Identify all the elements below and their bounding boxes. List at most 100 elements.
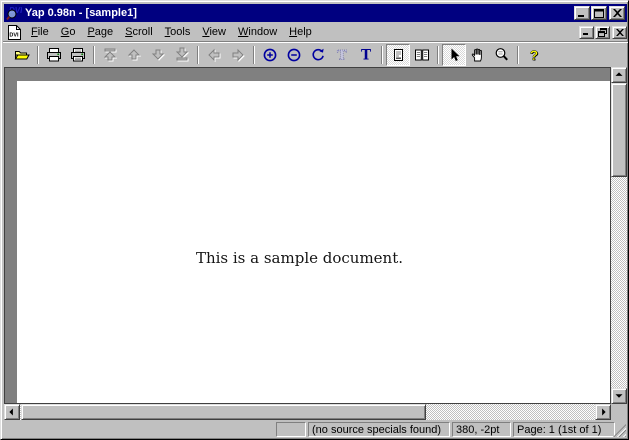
text-solid-mode-button[interactable]: T bbox=[354, 44, 378, 66]
window-title: Yap 0.98n - [sample1] bbox=[25, 7, 574, 19]
vertical-scrollbar[interactable] bbox=[611, 67, 627, 404]
svg-text:T: T bbox=[337, 49, 347, 64]
single-page-view-button[interactable] bbox=[386, 44, 410, 66]
minimize-icon bbox=[577, 9, 587, 18]
mdi-minimize-button[interactable] bbox=[579, 26, 594, 39]
menu-tools[interactable]: Tools bbox=[159, 24, 197, 41]
vertical-scroll-thumb[interactable] bbox=[611, 83, 627, 177]
client-area: This is a sample document. bbox=[4, 67, 627, 420]
menu-view[interactable]: View bbox=[196, 24, 232, 41]
refresh-button[interactable] bbox=[306, 44, 330, 66]
close-icon bbox=[613, 9, 622, 17]
previous-page-button[interactable] bbox=[122, 44, 146, 66]
toolbar-separator bbox=[517, 46, 519, 64]
minimize-button[interactable] bbox=[574, 6, 590, 20]
toolbar-separator bbox=[197, 46, 199, 64]
zoom-out-icon bbox=[286, 47, 302, 63]
yap-window: DVI Yap 0.98n - [sample1] DVI File Go Pa… bbox=[0, 0, 629, 440]
scroll-right-button[interactable] bbox=[595, 404, 611, 420]
mdi-minimize-icon bbox=[582, 28, 591, 36]
last-page-button[interactable] bbox=[170, 44, 194, 66]
status-page-info: Page: 1 (1st of 1) bbox=[513, 422, 615, 437]
horizontal-scrollbar[interactable] bbox=[4, 404, 611, 420]
status-pane-empty bbox=[276, 422, 306, 437]
status-message: (no source specials found) bbox=[308, 422, 450, 437]
svg-text:?: ? bbox=[530, 47, 539, 63]
outline-t-icon: T bbox=[334, 47, 350, 63]
previous-page-icon bbox=[126, 47, 142, 63]
horizontal-scroll-thumb[interactable] bbox=[21, 404, 426, 420]
mdi-restore-button[interactable] bbox=[595, 26, 610, 39]
statusbar: (no source specials found) 380, -2pt Pag… bbox=[4, 420, 627, 438]
scroll-left-button[interactable] bbox=[4, 404, 20, 420]
scroll-left-icon bbox=[5, 404, 19, 420]
cursor-arrow-icon bbox=[446, 47, 462, 63]
maximize-icon bbox=[594, 9, 604, 18]
document-text: This is a sample document. bbox=[17, 249, 582, 267]
zoom-in-icon bbox=[262, 47, 278, 63]
back-button[interactable] bbox=[202, 44, 226, 66]
first-page-icon bbox=[102, 47, 118, 63]
select-tool-button[interactable] bbox=[442, 44, 466, 66]
mdi-close-icon bbox=[616, 29, 624, 36]
two-page-icon bbox=[414, 47, 430, 63]
svg-text:DVI: DVI bbox=[9, 32, 19, 38]
document-page[interactable]: This is a sample document. bbox=[17, 81, 610, 403]
forward-button[interactable] bbox=[226, 44, 250, 66]
last-page-icon bbox=[174, 47, 190, 63]
single-page-icon bbox=[390, 47, 406, 63]
menu-window[interactable]: Window bbox=[232, 24, 283, 41]
toolbar-separator bbox=[37, 46, 39, 64]
hand-tool-button[interactable] bbox=[466, 44, 490, 66]
solid-t-icon: T bbox=[358, 47, 374, 63]
menu-help[interactable]: Help bbox=[283, 24, 318, 41]
next-page-button[interactable] bbox=[146, 44, 170, 66]
print-document-icon bbox=[70, 47, 86, 63]
mdi-close-button[interactable] bbox=[612, 26, 627, 39]
scrollbar-corner bbox=[611, 404, 627, 420]
magnifier-icon bbox=[494, 47, 510, 63]
print-button[interactable] bbox=[42, 44, 66, 66]
zoom-out-button[interactable] bbox=[282, 44, 306, 66]
titlebar[interactable]: DVI Yap 0.98n - [sample1] bbox=[4, 4, 627, 22]
scroll-up-button[interactable] bbox=[611, 67, 627, 83]
menu-page[interactable]: Page bbox=[81, 24, 119, 41]
two-page-view-button[interactable] bbox=[410, 44, 434, 66]
print-icon bbox=[46, 47, 62, 63]
first-page-button[interactable] bbox=[98, 44, 122, 66]
toolbar-separator bbox=[437, 46, 439, 64]
toolbar-separator bbox=[381, 46, 383, 64]
scroll-down-button[interactable] bbox=[611, 388, 627, 404]
help-icon: ? ? bbox=[526, 47, 542, 63]
print-document-button[interactable] bbox=[66, 44, 90, 66]
back-arrow-icon bbox=[206, 47, 222, 63]
scroll-down-icon bbox=[612, 388, 626, 404]
toolbar-separator bbox=[93, 46, 95, 64]
magnifier-tool-button[interactable] bbox=[490, 44, 514, 66]
svg-text:T: T bbox=[361, 48, 371, 64]
refresh-icon bbox=[310, 47, 326, 63]
forward-arrow-icon bbox=[230, 47, 246, 63]
toolbar: T T bbox=[4, 43, 627, 67]
next-page-icon bbox=[150, 47, 166, 63]
menu-scroll[interactable]: Scroll bbox=[119, 24, 159, 41]
menu-go[interactable]: Go bbox=[55, 24, 82, 41]
toolbar-separator bbox=[253, 46, 255, 64]
app-icon[interactable]: DVI bbox=[6, 5, 22, 21]
status-coordinates: 380, -2pt bbox=[452, 422, 511, 437]
open-button[interactable] bbox=[10, 44, 34, 66]
open-folder-icon bbox=[14, 47, 30, 63]
menu-file[interactable]: File bbox=[25, 24, 55, 41]
document-view[interactable]: This is a sample document. bbox=[4, 67, 611, 404]
hand-icon bbox=[470, 47, 486, 63]
menubar: DVI File Go Page Scroll Tools View Windo… bbox=[4, 23, 627, 41]
scroll-up-icon bbox=[612, 67, 626, 83]
help-button[interactable]: ? ? bbox=[522, 44, 546, 66]
maximize-button[interactable] bbox=[591, 6, 607, 20]
mdi-restore-icon bbox=[598, 28, 607, 37]
scroll-right-icon bbox=[596, 404, 610, 420]
zoom-in-button[interactable] bbox=[258, 44, 282, 66]
dvi-document-icon[interactable]: DVI bbox=[6, 25, 23, 40]
close-button[interactable] bbox=[609, 6, 625, 20]
text-outline-mode-button[interactable]: T bbox=[330, 44, 354, 66]
